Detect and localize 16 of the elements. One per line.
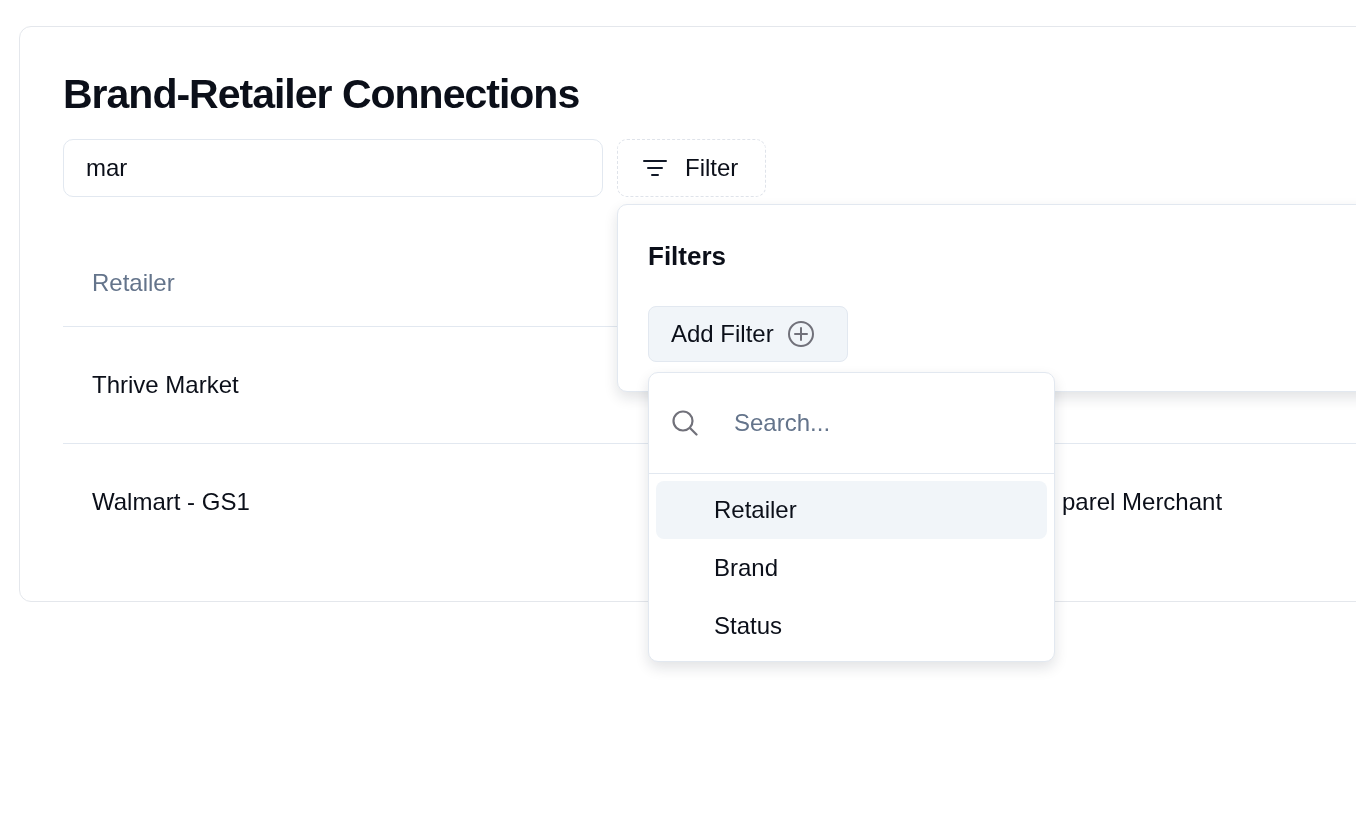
column-header: Retailer [92, 269, 175, 297]
plus-circle-icon [787, 321, 814, 347]
text-filter-field[interactable]: mar [63, 139, 603, 197]
table-cell: Thrive Market [92, 371, 239, 399]
search-icon [672, 410, 698, 436]
table-cell: parel Merchant [1062, 487, 1223, 516]
menu-option[interactable]: Brand [656, 539, 1047, 597]
menu-option[interactable]: Status [656, 597, 1047, 655]
filters-heading: Filters [648, 240, 727, 273]
filter-icon [643, 159, 667, 177]
menu-search-field[interactable]: Search... [734, 409, 994, 437]
add-filter-button[interactable]: Add Filter [648, 306, 848, 362]
page-title: Brand-Retailer Connections [63, 70, 580, 118]
filter-button[interactable]: Filter [617, 139, 766, 197]
menu-option[interactable]: Retailer [656, 481, 1047, 539]
table-cell: Walmart - GS1 [92, 487, 250, 516]
